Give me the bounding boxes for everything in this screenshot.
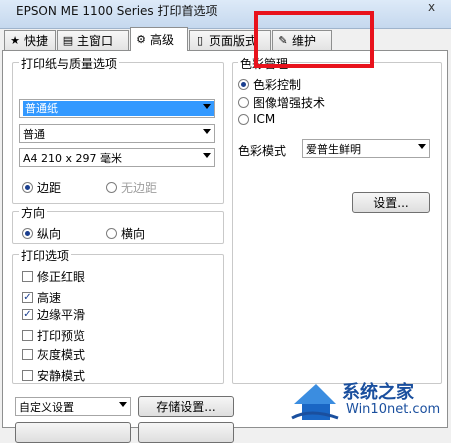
tab-quick[interactable]: ★ 快捷 (4, 30, 56, 50)
radio-dot (22, 182, 33, 193)
printer-icon: ▤ (62, 33, 74, 47)
annotation-highlight-box (254, 11, 374, 68)
watermark-logo-icon (291, 384, 339, 420)
media-type-select[interactable]: 普通纸 (19, 99, 215, 118)
window-title: EPSON ME 1100 Series 打印首选项 (16, 4, 218, 18)
landscape-radio[interactable]: 横向 (106, 225, 145, 242)
print-preview-checkbox[interactable]: 打印预览 (22, 327, 85, 344)
radio-dot (106, 228, 117, 239)
radio-dot (22, 228, 33, 239)
close-icon[interactable]: x (428, 0, 435, 14)
color-mode-select[interactable]: 爱普生鲜明 (302, 139, 430, 158)
watermark-title: 系统之家 (342, 382, 414, 403)
radio-dot (238, 79, 249, 90)
tab-advanced[interactable]: ⚙ 高级 (130, 27, 188, 51)
tab-main[interactable]: ▤ 主窗口 (57, 30, 129, 50)
print-options-label: 打印选项 (19, 247, 72, 264)
gear-icon: ⚙ (136, 32, 146, 46)
chevron-down-icon (203, 129, 211, 134)
custom-settings-select[interactable]: 自定义设置 (15, 397, 131, 416)
grayscale-checkbox[interactable]: 灰度模式 (22, 346, 85, 363)
checkmark-icon: ✓ (22, 292, 33, 303)
chevron-down-icon (203, 153, 211, 158)
icm-radio[interactable]: ICM (238, 112, 275, 126)
star-icon: ★ (10, 33, 20, 47)
chevron-down-icon (418, 144, 426, 149)
quiet-mode-checkbox[interactable]: 安静模式 (22, 367, 85, 384)
color-mode-label: 色彩模式 (238, 144, 287, 158)
orientation-label: 方向 (19, 204, 48, 221)
page-icon: ▯ (196, 33, 204, 47)
quality-select[interactable]: 普通 (19, 124, 215, 143)
save-settings-button[interactable]: 存储设置... (138, 396, 234, 417)
bottom-left-button[interactable] (15, 422, 131, 443)
radio-dot (238, 97, 249, 108)
radio-dot (106, 182, 117, 193)
checkmark-icon: ✓ (22, 309, 33, 320)
photo-enhance-radio[interactable]: 图像增强技术 (238, 94, 325, 111)
chevron-down-icon (119, 402, 127, 407)
portrait-radio[interactable]: 纵向 (22, 225, 61, 242)
borderless-radio[interactable]: 无边距 (106, 179, 157, 196)
bottom-right-button[interactable] (138, 422, 234, 443)
margin-radio[interactable]: 边距 (22, 179, 61, 196)
paper-quality-label: 打印纸与质量选项 (19, 55, 120, 72)
chevron-down-icon (203, 104, 211, 109)
high-speed-checkbox[interactable]: ✓ 高速 (22, 289, 61, 306)
color-settings-button[interactable]: 设置... (352, 192, 430, 213)
redeye-checkbox[interactable]: 修正红眼 (22, 268, 85, 285)
radio-dot (238, 113, 249, 125)
watermark-url: Win10net.com (346, 402, 441, 417)
edge-smoothing-checkbox[interactable]: ✓ 边缘平滑 (22, 306, 85, 323)
paper-size-select[interactable]: A4 210 x 297 毫米 (19, 148, 215, 167)
color-control-radio[interactable]: 色彩控制 (238, 76, 301, 93)
